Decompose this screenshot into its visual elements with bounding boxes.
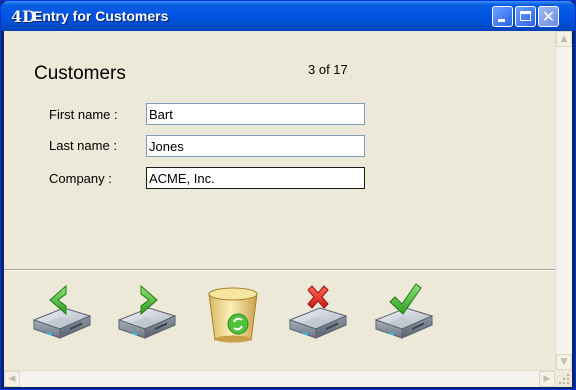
previous-record-button[interactable] <box>30 282 94 344</box>
scroll-up-button[interactable]: ▲ <box>556 31 572 47</box>
scroll-left-button[interactable]: ◀ <box>4 371 20 387</box>
first-name-field[interactable] <box>146 103 365 125</box>
title-bar[interactable]: 4D Entry for Customers ✕ <box>1 1 575 31</box>
window-title: Entry for Customers <box>33 8 169 24</box>
toolbar-divider <box>4 269 555 271</box>
minimize-button[interactable] <box>492 6 513 27</box>
form-area: Customers 3 of 17 First name : Last name… <box>4 31 572 387</box>
maximize-button[interactable] <box>515 6 536 27</box>
next-record-icon <box>118 284 176 339</box>
last-name-field[interactable] <box>146 135 365 157</box>
horizontal-scrollbar[interactable]: ◀ ▶ <box>4 370 555 387</box>
delete-record-button[interactable] <box>201 282 265 344</box>
cancel-record-icon <box>289 285 347 339</box>
previous-record-icon <box>33 284 91 339</box>
minimize-icon <box>498 19 505 22</box>
maximize-icon <box>520 11 531 21</box>
resize-grip-icon[interactable] <box>555 370 572 387</box>
form-heading: Customers <box>34 63 126 84</box>
last-name-label: Last name : <box>49 138 117 153</box>
close-icon: ✕ <box>541 7 556 26</box>
company-field[interactable] <box>146 167 365 189</box>
company-label: Company : <box>49 171 112 186</box>
accept-record-icon <box>375 283 433 339</box>
scroll-down-button[interactable]: ▼ <box>556 354 572 370</box>
accept-record-button[interactable] <box>372 282 436 344</box>
next-record-button[interactable] <box>115 282 179 344</box>
cancel-record-button[interactable] <box>286 282 350 344</box>
vertical-scrollbar[interactable]: ▲ ▼ <box>555 31 572 370</box>
scroll-right-button[interactable]: ▶ <box>539 371 555 387</box>
record-counter: 3 of 17 <box>308 62 348 77</box>
trash-recycle-icon <box>208 287 258 343</box>
close-button[interactable]: ✕ <box>538 6 559 27</box>
app-window: 4D Entry for Customers ✕ Customers 3 of … <box>0 0 576 390</box>
first-name-label: First name : <box>49 107 118 122</box>
